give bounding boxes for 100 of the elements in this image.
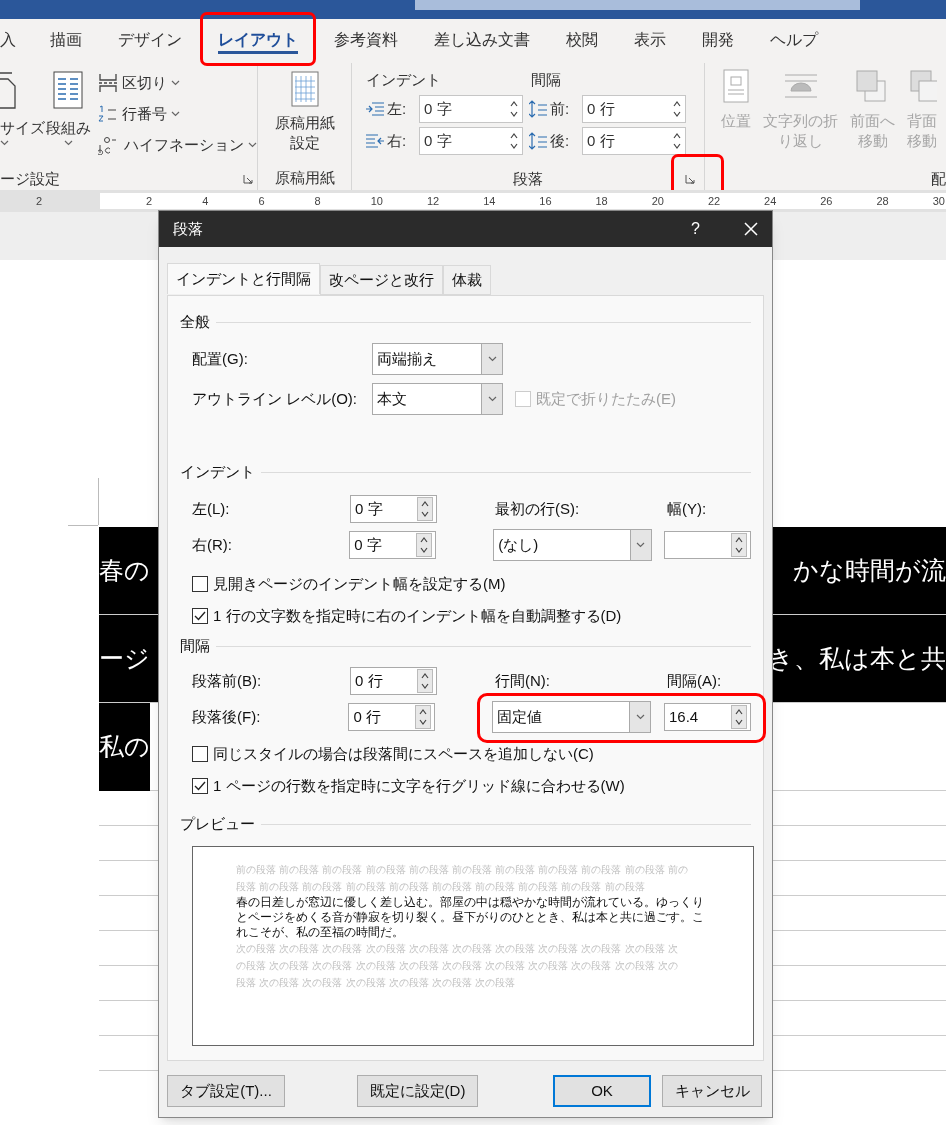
- spin-field[interactable]: 0 行: [582, 95, 686, 123]
- spin-field[interactable]: 0 字: [419, 127, 523, 155]
- checkbox[interactable]: [192, 576, 208, 592]
- ribbon-tab[interactable]: ヘルプ: [770, 29, 818, 54]
- line-numbers-icon: [98, 105, 118, 123]
- checkbox[interactable]: [192, 608, 208, 624]
- dropdown[interactable]: 本文: [372, 383, 503, 415]
- ribbon-tab[interactable]: 差し込み文書: [434, 29, 530, 54]
- ruler-number: 26: [820, 194, 834, 208]
- ruler-number: 20: [651, 194, 665, 208]
- dialog-tab[interactable]: 体裁: [443, 265, 491, 295]
- group-label: 段落: [513, 168, 543, 189]
- spin-field[interactable]: 0 字: [349, 531, 436, 559]
- spin-field[interactable]: 16.4: [664, 703, 751, 731]
- dialog-launcher-icon[interactable]: [243, 174, 253, 184]
- page-break-icon: [98, 74, 118, 92]
- ribbon-tab[interactable]: レイアウト: [218, 29, 298, 54]
- dropdown[interactable]: (なし): [493, 529, 652, 561]
- field-label: 右:: [387, 130, 408, 151]
- spin-field[interactable]: 0 字: [350, 495, 437, 523]
- indent-left-icon: [366, 102, 384, 116]
- send-backward-icon: [907, 69, 937, 103]
- checkbox[interactable]: [192, 746, 208, 762]
- spin-field[interactable]: 0 行: [582, 127, 686, 155]
- dialog-button[interactable]: OK: [553, 1075, 651, 1107]
- document-text: かな時間が流: [793, 554, 946, 587]
- caret-icon: [171, 111, 180, 117]
- section-label: インデント: [366, 70, 442, 90]
- checkbox-label: 同じスタイルの場合は段落間にスペースを追加しない(C): [213, 743, 594, 764]
- ribbon-tab[interactable]: 参考資料: [334, 29, 398, 54]
- help-button[interactable]: ?: [691, 217, 700, 241]
- dialog-launcher-icon[interactable]: [685, 174, 695, 184]
- ruler-number: 12: [426, 194, 441, 208]
- checkbox[interactable]: [192, 778, 208, 794]
- ruler-number: 4: [202, 194, 210, 208]
- ruler-number: 22: [707, 194, 722, 208]
- ruler-number: 14: [483, 194, 497, 208]
- ribbon-button[interactable]: 区切り: [98, 71, 257, 95]
- ribbon-tab[interactable]: 入: [0, 29, 16, 54]
- ribbon-button[interactable]: ハイフネーション: [98, 133, 257, 157]
- caret-icon: [63, 139, 73, 146]
- position-icon: [723, 69, 749, 103]
- dialog-button[interactable]: キャンセル: [662, 1075, 762, 1107]
- group-label: 配: [931, 169, 946, 189]
- ribbon-tab[interactable]: 描画: [50, 29, 82, 54]
- section-heading: 間隔: [180, 635, 210, 656]
- ruler-number: 8: [314, 194, 322, 208]
- field-label: 右(R):: [192, 534, 233, 555]
- field-label: 間隔(A):: [667, 670, 722, 691]
- ruler-number: 28: [876, 194, 890, 208]
- spin-field[interactable]: 0 行: [350, 667, 437, 695]
- ruler-number: 30: [932, 194, 946, 208]
- checkbox-label: 1 ページの行数を指定時に文字を行グリッド線に合わせる(W): [213, 775, 625, 796]
- field-label: 左:: [387, 98, 408, 119]
- field-label: 前:: [550, 98, 571, 119]
- ruler-number: 2: [146, 194, 154, 208]
- section-label: 間隔: [531, 70, 561, 90]
- columns-icon: [53, 71, 83, 109]
- caret-icon: [636, 542, 645, 548]
- dialog-button[interactable]: タブ設定(T)...: [167, 1075, 285, 1107]
- ribbon-tab[interactable]: 校閲: [566, 29, 598, 54]
- checkbox-label: 見開きページのインデント幅を設定する(M): [213, 573, 506, 594]
- dialog-tab[interactable]: インデントと行間隔: [167, 263, 320, 294]
- field-label: 配置(G):: [192, 348, 249, 369]
- ribbon-button[interactable]: 行番号: [98, 102, 257, 126]
- ribbon-button[interactable]: 原稿用紙 設定: [274, 71, 335, 153]
- ruler-number: 6: [258, 194, 266, 208]
- spin-field[interactable]: 0 字: [419, 95, 523, 123]
- dialog-tab[interactable]: 改ページと改行: [320, 265, 443, 295]
- field-label: 行間(N):: [495, 670, 551, 691]
- field-label: 左(L):: [192, 498, 231, 519]
- caret-icon: [635, 714, 645, 720]
- caret-icon: [0, 139, 9, 146]
- ribbon-tab[interactable]: デザイン: [118, 29, 182, 54]
- preview-text: 春の日差しが窓辺に優しく差し込む。部屋の中は穏やかな時間が流れている。ゆっくりとページをめくる音が静寂を切り裂く。昼下がりのひととき、私は本と共に過ごす。これこそが、私の至福の時間だ。: [236, 895, 705, 940]
- ruler-number: 24: [764, 194, 778, 208]
- ruler-number: 16: [539, 194, 553, 208]
- field-label: 段落前(B):: [192, 670, 263, 691]
- field-label: 段落後(F):: [192, 706, 262, 727]
- close-icon[interactable]: [744, 222, 758, 236]
- group-label: 原稿用紙: [274, 168, 335, 188]
- spacing-before-icon: [529, 100, 547, 118]
- ribbon-tab[interactable]: 開発: [702, 29, 734, 54]
- caret-icon: [487, 396, 497, 402]
- spin-field[interactable]: 0 行: [348, 703, 435, 731]
- check-icon: [194, 611, 206, 621]
- group-label: ージ設定: [0, 168, 60, 189]
- field-label: 最初の行(S):: [495, 498, 581, 519]
- spin-field[interactable]: [664, 531, 751, 559]
- ruler-number: 2: [36, 194, 44, 208]
- document-text: 私の: [99, 702, 150, 791]
- ruler-number: 18: [595, 194, 609, 208]
- indent-right-icon: [366, 134, 384, 148]
- field-label: 幅(Y):: [667, 498, 707, 519]
- dialog-button[interactable]: 既定に設定(D): [357, 1075, 478, 1107]
- field-label: 後:: [550, 130, 571, 151]
- ribbon-tab[interactable]: 表示: [634, 29, 666, 54]
- ruler-number: 10: [370, 194, 384, 208]
- dropdown[interactable]: 固定値: [492, 701, 651, 733]
- dropdown[interactable]: 両端揃え: [372, 343, 503, 375]
